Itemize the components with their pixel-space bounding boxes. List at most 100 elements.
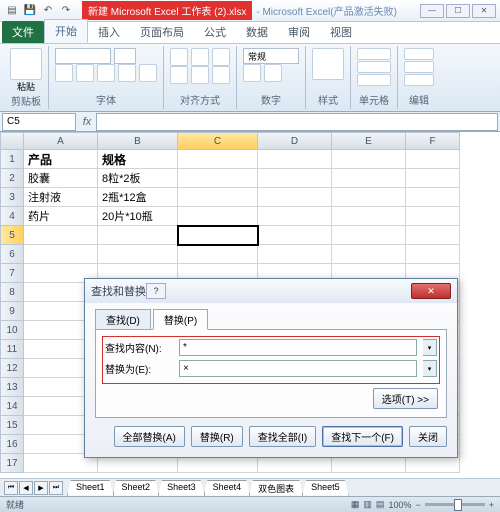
find-all-button[interactable]: 查找全部(I) — [249, 426, 316, 447]
sheet-tab-1[interactable]: Sheet2 — [113, 480, 160, 496]
sheet-tab-0[interactable]: Sheet1 — [67, 480, 114, 496]
format-button[interactable] — [357, 74, 391, 86]
cell-B2[interactable]: 8粒*2板 — [98, 169, 178, 188]
bold-icon[interactable] — [55, 64, 73, 82]
cell-A6[interactable] — [24, 245, 98, 264]
cell-F4[interactable] — [406, 207, 460, 226]
font-size[interactable] — [114, 48, 136, 64]
cell-A3[interactable]: 注射液 — [24, 188, 98, 207]
row-header-4[interactable]: 4 — [0, 207, 24, 226]
find-input[interactable] — [179, 339, 417, 356]
fill-icon[interactable] — [404, 61, 434, 73]
cell-E4[interactable] — [332, 207, 406, 226]
row-header-13[interactable]: 13 — [0, 378, 24, 397]
currency-icon[interactable] — [243, 64, 261, 82]
cell-F5[interactable] — [406, 226, 460, 245]
cell-D4[interactable] — [258, 207, 332, 226]
tab-view[interactable]: 视图 — [320, 21, 362, 43]
tab-review[interactable]: 审阅 — [278, 21, 320, 43]
tab-layout[interactable]: 页面布局 — [130, 21, 194, 43]
replace-input[interactable] — [179, 360, 417, 377]
row-header-14[interactable]: 14 — [0, 397, 24, 416]
row-header-1[interactable]: 1 — [0, 150, 24, 169]
dialog-tab-find[interactable]: 查找(D) — [95, 309, 151, 330]
sheet-nav-first-icon[interactable]: ⏮ — [4, 481, 18, 495]
row-header-16[interactable]: 16 — [0, 435, 24, 454]
row-header-17[interactable]: 17 — [0, 454, 24, 473]
row-header-8[interactable]: 8 — [0, 283, 24, 302]
row-header-6[interactable]: 6 — [0, 245, 24, 264]
zoom-slider[interactable] — [425, 503, 485, 506]
cell-B6[interactable] — [98, 245, 178, 264]
sheet-tab-2[interactable]: Sheet3 — [158, 480, 205, 496]
col-header-A[interactable]: A — [24, 132, 98, 150]
row-header-10[interactable]: 10 — [0, 321, 24, 340]
sheet-tab-5[interactable]: Sheet5 — [302, 480, 349, 496]
percent-icon[interactable] — [264, 64, 282, 82]
cell-C1[interactable] — [178, 150, 258, 169]
row-header-7[interactable]: 7 — [0, 264, 24, 283]
cell-B5[interactable] — [98, 226, 178, 245]
row-header-11[interactable]: 11 — [0, 340, 24, 359]
cell-C5[interactable] — [178, 226, 258, 245]
maximize-button[interactable]: ☐ — [446, 4, 470, 18]
italic-icon[interactable] — [76, 64, 94, 82]
col-header-E[interactable]: E — [332, 132, 406, 150]
align-top-icon[interactable] — [170, 48, 188, 66]
fill-color-icon[interactable] — [139, 64, 157, 82]
autosum-icon[interactable] — [404, 48, 434, 60]
align-mid-icon[interactable] — [191, 48, 209, 66]
row-header-15[interactable]: 15 — [0, 416, 24, 435]
cell-A1[interactable]: 产品 — [24, 150, 98, 169]
find-dropdown-icon[interactable]: ▾ — [423, 339, 437, 356]
delete-button[interactable] — [357, 61, 391, 73]
undo-icon[interactable]: ↶ — [40, 3, 56, 19]
cell-B1[interactable]: 规格 — [98, 150, 178, 169]
align-right-icon[interactable] — [212, 66, 230, 84]
font-name[interactable] — [55, 48, 111, 64]
cell-B4[interactable]: 20片*10瓶 — [98, 207, 178, 226]
cell-D6[interactable] — [258, 245, 332, 264]
dialog-close-button[interactable]: 关闭 — [409, 426, 447, 447]
row-header-12[interactable]: 12 — [0, 359, 24, 378]
clear-icon[interactable] — [404, 74, 434, 86]
sheet-tab-4[interactable]: 双色图表 — [249, 480, 303, 496]
col-header-D[interactable]: D — [258, 132, 332, 150]
sheet-nav-prev-icon[interactable]: ◀ — [19, 481, 33, 495]
number-format[interactable]: 常规 — [243, 48, 299, 64]
tab-data[interactable]: 数据 — [236, 21, 278, 43]
cell-F2[interactable] — [406, 169, 460, 188]
cell-A2[interactable]: 胶囊 — [24, 169, 98, 188]
cell-A5[interactable] — [24, 226, 98, 245]
options-button[interactable]: 选项(T) >> — [373, 388, 438, 409]
cell-B3[interactable]: 2瓶*12盒 — [98, 188, 178, 207]
view-break-icon[interactable]: ▤ — [376, 499, 385, 510]
cell-F6[interactable] — [406, 245, 460, 264]
row-header-3[interactable]: 3 — [0, 188, 24, 207]
zoom-in-icon[interactable]: + — [489, 500, 494, 510]
col-header-B[interactable]: B — [98, 132, 178, 150]
insert-button[interactable] — [357, 48, 391, 60]
cell-E3[interactable] — [332, 188, 406, 207]
cell-D1[interactable] — [258, 150, 332, 169]
sheet-tab-3[interactable]: Sheet4 — [204, 480, 251, 496]
cell-E1[interactable] — [332, 150, 406, 169]
tab-insert[interactable]: 插入 — [88, 21, 130, 43]
cell-C3[interactable] — [178, 188, 258, 207]
cell-D2[interactable] — [258, 169, 332, 188]
cell-D3[interactable] — [258, 188, 332, 207]
cell-F1[interactable] — [406, 150, 460, 169]
cell-C2[interactable] — [178, 169, 258, 188]
view-layout-icon[interactable]: ▥ — [363, 499, 372, 510]
tab-home[interactable]: 开始 — [44, 19, 88, 43]
dialog-titlebar[interactable]: 查找和替换 ? ✕ — [85, 279, 457, 303]
sheet-nav-last-icon[interactable]: ⏭ — [49, 481, 63, 495]
tab-formulas[interactable]: 公式 — [194, 21, 236, 43]
sheet-nav-next-icon[interactable]: ▶ — [34, 481, 48, 495]
name-box[interactable]: C5 — [2, 113, 76, 131]
underline-icon[interactable] — [97, 64, 115, 82]
border-icon[interactable] — [118, 64, 136, 82]
minimize-button[interactable]: — — [420, 4, 444, 18]
dialog-tab-replace[interactable]: 替换(P) — [153, 309, 208, 330]
save-icon[interactable]: 💾 — [22, 3, 38, 19]
